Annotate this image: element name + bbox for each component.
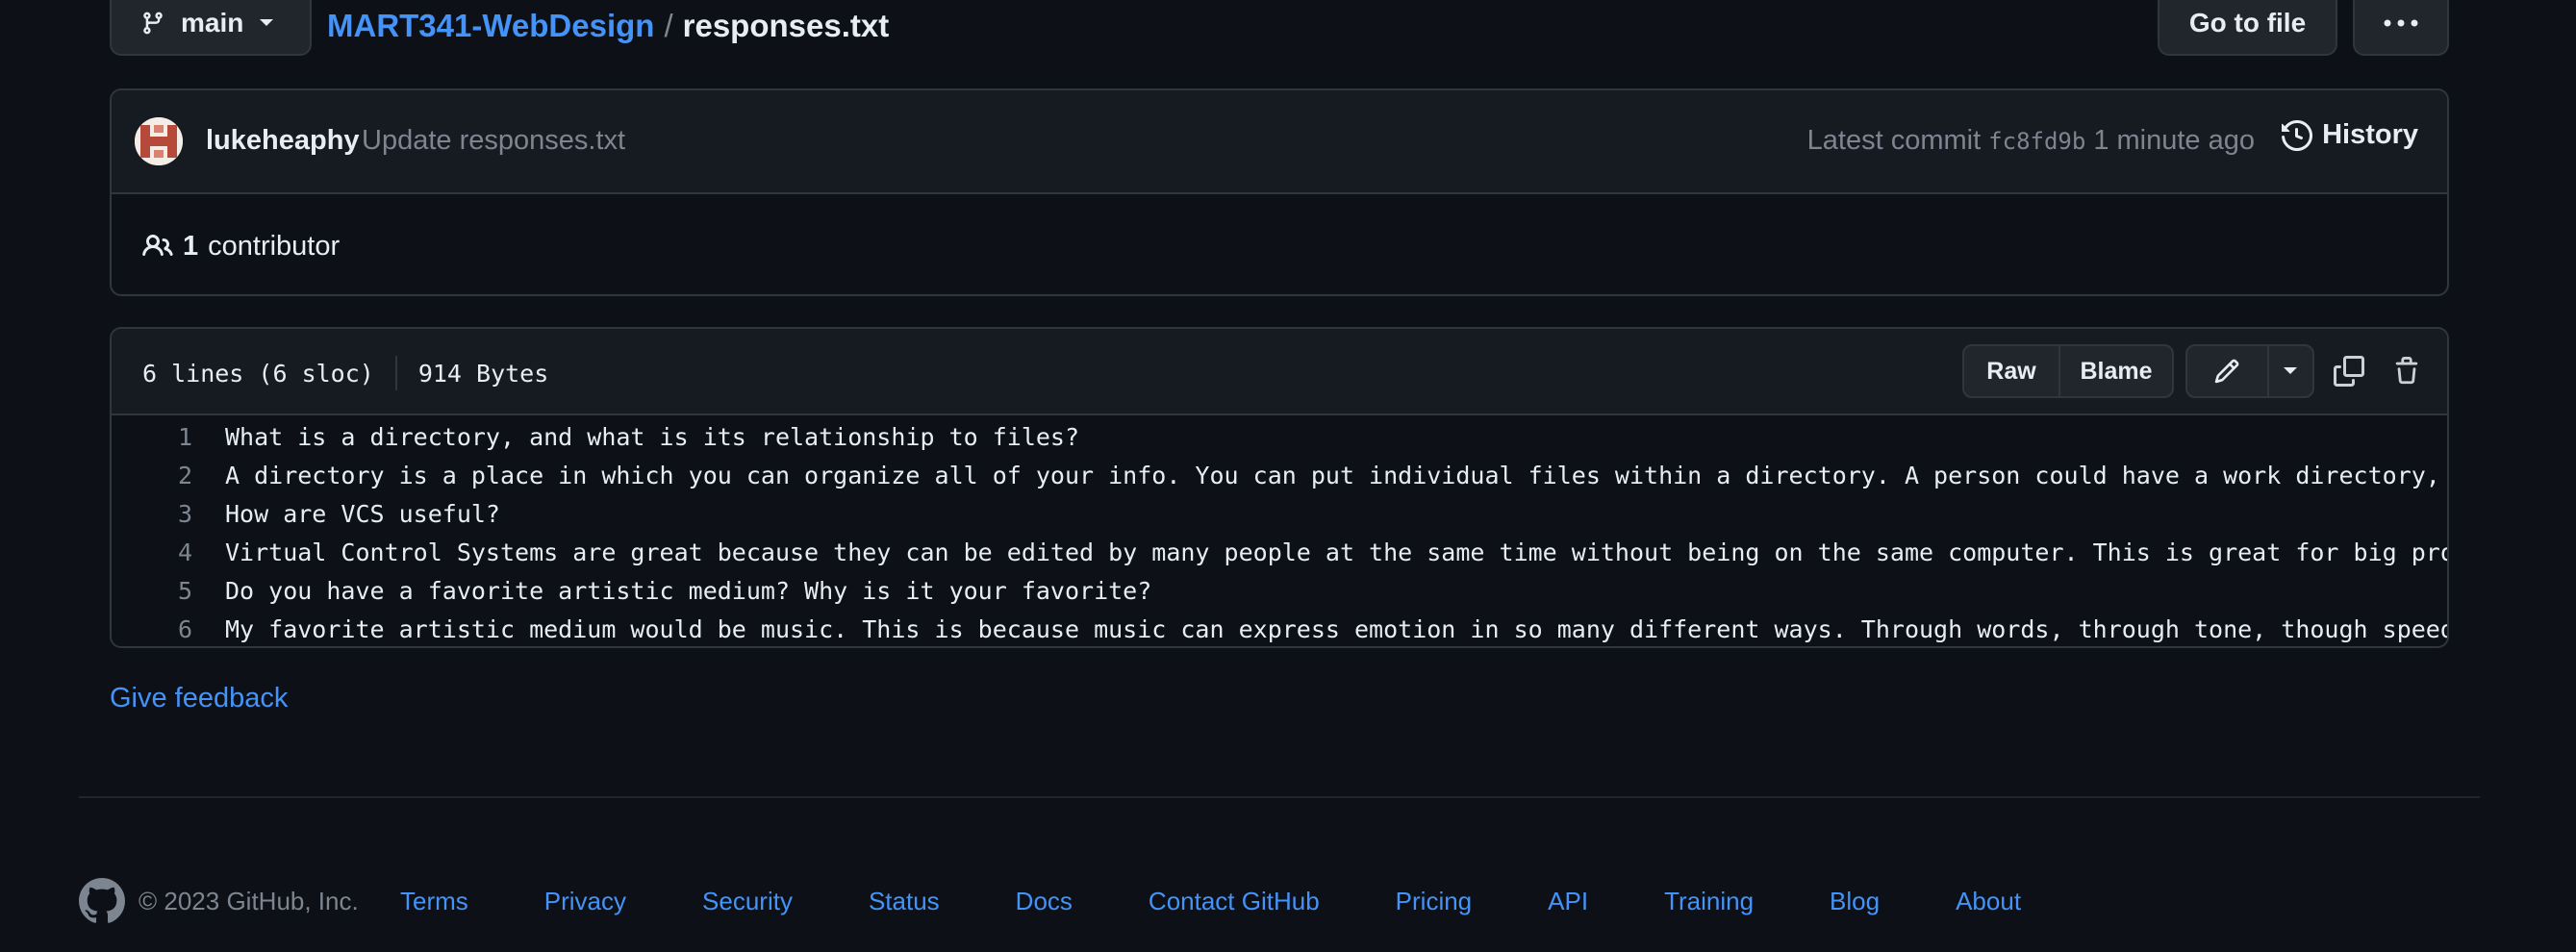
code-line: 2 A directory is a place in which you ca…	[112, 456, 2447, 494]
avatar[interactable]	[135, 117, 183, 165]
trash-icon	[2395, 357, 2418, 385]
commit-box: lukeheaphy Update responses.txt Latest c…	[110, 88, 2449, 296]
line-content: Virtual Control Systems are great becaus…	[225, 538, 2447, 566]
contributor-label: contributor	[208, 230, 341, 262]
contributors-row[interactable]: 1 contributor	[112, 194, 2447, 294]
file-header: 6 lines (6 sloc) 914 Bytes Raw Blame	[112, 329, 2447, 415]
commit-sha-link[interactable]: fc8fd9b	[1988, 128, 2085, 155]
give-feedback-link[interactable]: Give feedback	[110, 683, 288, 714]
edit-button[interactable]	[2187, 346, 2267, 396]
line-content: A directory is a place in which you can …	[225, 461, 2447, 489]
line-content: My favorite artistic medium would be mus…	[225, 614, 2447, 643]
file-info-divider	[394, 356, 397, 390]
contributor-count: 1	[183, 230, 199, 262]
line-number[interactable]: 5	[112, 577, 192, 605]
breadcrumb-separator: /	[664, 8, 673, 43]
code-line: 5 Do you have a favorite artistic medium…	[112, 571, 2447, 610]
edit-dropdown-button[interactable]	[2266, 346, 2312, 396]
footer-copyright: © 2023 GitHub, Inc.	[139, 886, 359, 915]
footer-link-privacy[interactable]: Privacy	[544, 887, 626, 916]
git-branch-icon	[143, 12, 163, 35]
footer-divider	[79, 796, 2480, 798]
line-number[interactable]: 4	[112, 539, 192, 566]
history-label: History	[2322, 119, 2418, 150]
breadcrumb-repo-link[interactable]: MART341-WebDesign	[327, 8, 654, 44]
caret-down-icon	[260, 19, 274, 26]
commit-message-link[interactable]: Update responses.txt	[362, 125, 625, 157]
footer-link-docs[interactable]: Docs	[1016, 887, 1073, 916]
file-info: 6 lines (6 sloc) 914 Bytes	[142, 356, 548, 390]
caret-down-icon	[2284, 367, 2298, 374]
latest-commit-label: Latest commit	[1806, 125, 1982, 156]
raw-blame-group: Raw Blame	[1962, 344, 2174, 398]
footer: © 2023 GitHub, Inc.	[79, 877, 359, 925]
footer-links: Terms Privacy Security Status Docs Conta…	[400, 877, 2097, 925]
history-icon	[2282, 119, 2313, 151]
code-line: 3 How are VCS useful?	[112, 494, 2447, 533]
commit-meta: Latest commit fc8fd9b 1 minute ago	[1807, 125, 2255, 157]
raw-button[interactable]: Raw	[1964, 346, 2058, 396]
code-line: 4 Virtual Control Systems are great beca…	[112, 533, 2447, 571]
footer-link-training[interactable]: Training	[1664, 887, 1754, 916]
line-number[interactable]: 2	[112, 462, 192, 489]
code-line: 6 My favorite artistic medium would be m…	[112, 610, 2447, 646]
history-button[interactable]: History	[2282, 119, 2418, 151]
footer-link-status[interactable]: Status	[869, 887, 940, 916]
line-number[interactable]: 6	[112, 615, 192, 643]
kebab-horizontal-icon	[2384, 19, 2418, 27]
line-number[interactable]: 1	[112, 423, 192, 451]
github-mark-icon[interactable]	[79, 878, 125, 924]
code-view[interactable]: 1 What is a directory, and what is its r…	[112, 417, 2447, 646]
footer-link-about[interactable]: About	[1956, 887, 2021, 916]
people-icon	[142, 234, 173, 257]
line-content: Do you have a favorite artistic medium? …	[225, 576, 1152, 605]
latest-commit-row: lukeheaphy Update responses.txt Latest c…	[112, 90, 2447, 194]
pencil-icon	[2215, 359, 2239, 384]
file-size: 914 Bytes	[417, 359, 549, 388]
file-viewer: 6 lines (6 sloc) 914 Bytes Raw Blame 1 W…	[110, 327, 2449, 648]
footer-link-contact[interactable]: Contact GitHub	[1149, 887, 1320, 916]
code-line: 1 What is a directory, and what is its r…	[112, 417, 2447, 456]
line-number[interactable]: 3	[112, 500, 192, 528]
line-content: How are VCS useful?	[225, 499, 500, 528]
branch-selector-button[interactable]: main	[110, 0, 312, 56]
footer-link-security[interactable]: Security	[702, 887, 793, 916]
go-to-file-button[interactable]: Go to file	[2158, 0, 2337, 56]
copy-icon	[2334, 356, 2364, 387]
edit-group	[2185, 344, 2314, 398]
delete-button[interactable]	[2384, 348, 2430, 394]
footer-link-terms[interactable]: Terms	[400, 887, 468, 916]
line-content: What is a directory, and what is its rel…	[225, 422, 1080, 451]
go-to-file-label: Go to file	[2188, 8, 2307, 38]
breadcrumb-file-name: responses.txt	[682, 8, 890, 43]
commit-author-link[interactable]: lukeheaphy	[206, 125, 360, 157]
blame-button[interactable]: Blame	[2058, 346, 2172, 396]
breadcrumb: MART341-WebDesign / responses.txt	[327, 8, 889, 44]
file-lines-info: 6 lines (6 sloc)	[142, 359, 374, 388]
more-options-button[interactable]	[2353, 0, 2449, 56]
commit-time: 1 minute ago	[2093, 125, 2255, 156]
footer-link-blog[interactable]: Blog	[1830, 887, 1880, 916]
footer-link-api[interactable]: API	[1548, 887, 1588, 916]
footer-link-pricing[interactable]: Pricing	[1396, 887, 1472, 916]
copy-button[interactable]	[2326, 348, 2372, 394]
branch-name: main	[181, 8, 244, 38]
